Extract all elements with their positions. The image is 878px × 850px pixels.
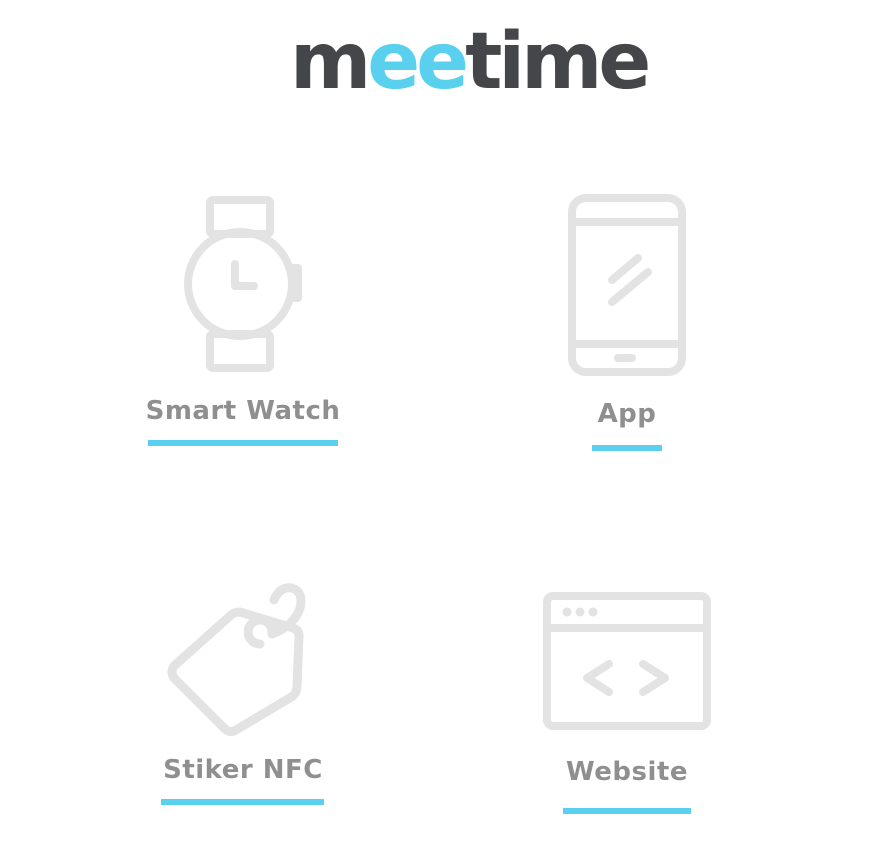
stiker-nfc-label: Stiker NFC: [163, 755, 323, 785]
website-underline: [563, 808, 691, 814]
logo-prefix: m: [290, 17, 371, 107]
app-underline: [592, 445, 662, 451]
meetime-logo: meetime: [290, 14, 651, 110]
code-window-icon: [541, 590, 713, 732]
logo-suffix: time: [465, 17, 651, 107]
website-label: Website: [566, 757, 688, 787]
logo-accent: ee: [367, 17, 469, 107]
tag-icon: [160, 578, 330, 748]
watch-icon: [180, 192, 306, 376]
app-label: App: [597, 399, 657, 429]
smart-watch-label: Smart Watch: [145, 396, 341, 426]
smart-watch-underline: [148, 440, 338, 446]
stiker-nfc-underline: [161, 799, 324, 805]
smartphone-icon: [566, 192, 690, 378]
